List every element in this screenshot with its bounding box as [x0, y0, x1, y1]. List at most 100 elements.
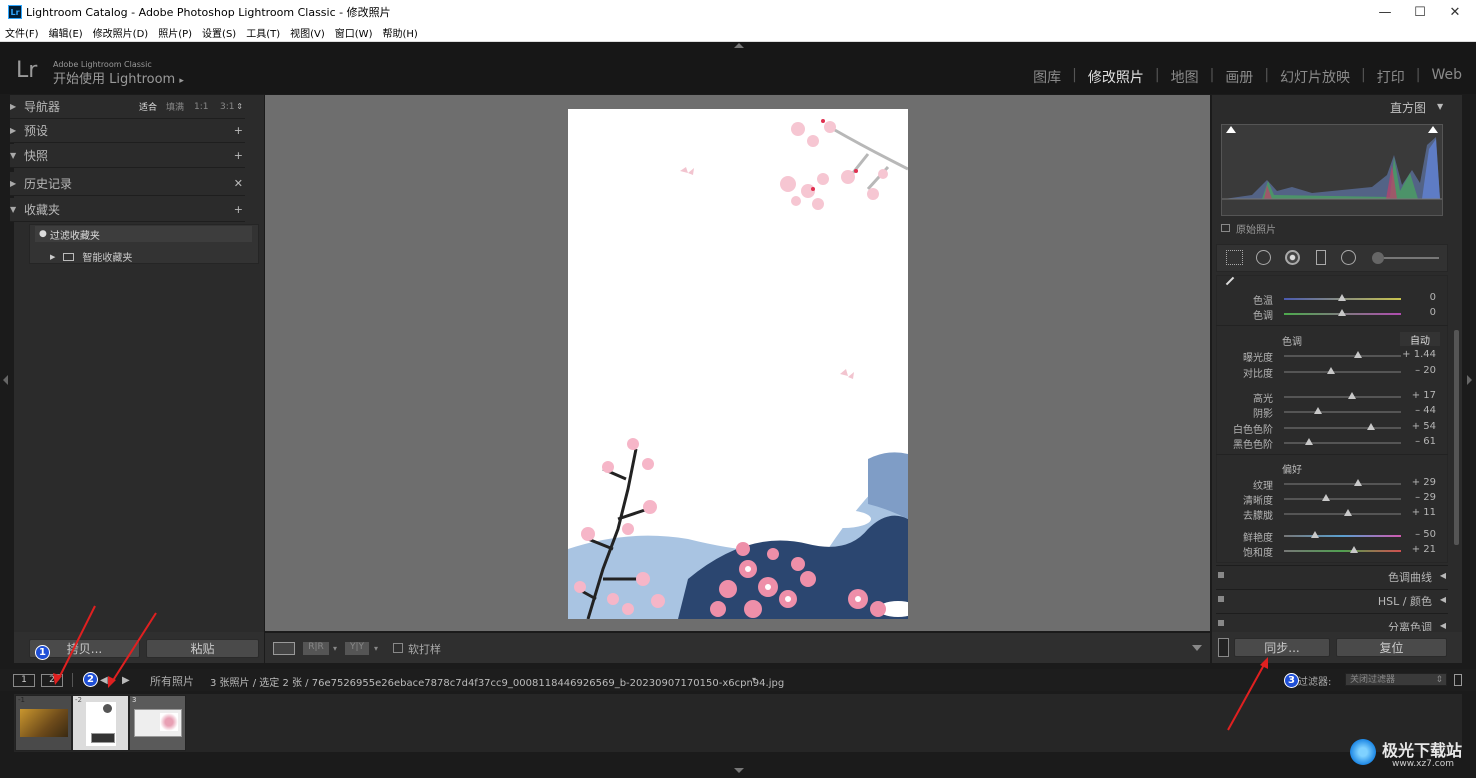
module-print[interactable]: 打印: [1366, 67, 1416, 87]
slider-knob[interactable]: [1305, 438, 1313, 445]
menu-edit[interactable]: 编辑(E): [44, 25, 88, 40]
primary-display-button[interactable]: 1: [13, 674, 35, 687]
back-arrow-icon[interactable]: ◀: [100, 675, 108, 686]
slider-value[interactable]: + 11: [1412, 507, 1436, 518]
collections-header[interactable]: ▼ 收藏夹 +: [10, 198, 245, 222]
module-slideshow[interactable]: 幻灯片放映: [1269, 67, 1361, 87]
collapse-bottom-icon[interactable]: [734, 768, 744, 773]
slider-value[interactable]: – 29: [1415, 492, 1436, 503]
slider-whites[interactable]: 白色色阶 + 54: [1218, 420, 1440, 436]
crop-tool-icon[interactable]: [1226, 250, 1243, 265]
reset-button[interactable]: 复位: [1336, 638, 1447, 657]
add-snapshot-icon[interactable]: +: [234, 149, 243, 162]
menu-photo[interactable]: 照片(P): [153, 25, 197, 40]
forward-arrow-icon[interactable]: ▶: [122, 675, 130, 686]
auto-sync-switch[interactable]: [1218, 638, 1229, 657]
slider-knob[interactable]: [1322, 494, 1330, 501]
slider-shadows[interactable]: 阴影 – 44: [1218, 404, 1440, 420]
secondary-display-button[interactable]: 2: [41, 674, 63, 687]
section-toggle-icon[interactable]: [1218, 620, 1224, 626]
photo-preview[interactable]: [568, 109, 908, 619]
dropdown-icon[interactable]: ▾: [374, 644, 378, 653]
original-photo-checkbox[interactable]: [1221, 224, 1230, 232]
swap-view-icon[interactable]: Y|Y: [345, 642, 369, 655]
menu-file[interactable]: 文件(F): [0, 25, 44, 40]
menu-view[interactable]: 视图(V): [285, 25, 330, 40]
slider-track[interactable]: [1284, 411, 1401, 413]
slider-clarity[interactable]: 清晰度 – 29: [1218, 491, 1440, 507]
filmstrip-thumb[interactable]: -1: [15, 695, 72, 751]
filter-collections-input[interactable]: ● 过滤收藏夹: [35, 226, 252, 242]
slider-knob[interactable]: [1311, 531, 1319, 538]
add-preset-icon[interactable]: +: [234, 124, 243, 137]
collapse-right-icon[interactable]: [1467, 375, 1472, 385]
slider-track[interactable]: [1284, 498, 1401, 500]
photo-count-label[interactable]: 3 张照片 / 选定 2 张 / 76e7526955e26ebace7878c…: [210, 674, 784, 689]
module-map[interactable]: 地图: [1160, 67, 1210, 87]
auto-button[interactable]: 自动: [1400, 332, 1440, 347]
slider-dehaze[interactable]: 去朦胧 + 11: [1218, 506, 1440, 522]
collapse-left-icon[interactable]: [3, 375, 8, 385]
brush-slider[interactable]: [1384, 257, 1439, 259]
sync-button[interactable]: 同步...: [1234, 638, 1330, 657]
presets-header[interactable]: ▶ 预设 +: [10, 119, 245, 143]
slider-value[interactable]: – 20: [1415, 365, 1436, 376]
slider-track[interactable]: [1284, 371, 1401, 373]
module-web[interactable]: Web: [1420, 67, 1462, 87]
module-library[interactable]: 图库: [1022, 67, 1072, 87]
slider-knob[interactable]: [1354, 479, 1362, 486]
add-collection-icon[interactable]: +: [234, 203, 243, 216]
paste-button[interactable]: 粘贴: [146, 639, 259, 658]
section-toggle-icon[interactable]: [1218, 572, 1224, 578]
slider-value[interactable]: – 44: [1415, 405, 1436, 416]
zoom-fit[interactable]: 适合: [139, 100, 157, 113]
slider-tint[interactable]: 色调 0: [1218, 306, 1440, 322]
slider-saturation[interactable]: 饱和度 + 21: [1218, 543, 1440, 559]
slider-track[interactable]: [1284, 483, 1401, 485]
radial-filter-icon[interactable]: [1341, 250, 1356, 265]
before-after-icon[interactable]: R|R: [303, 642, 329, 655]
collapse-icon[interactable]: ▼: [1437, 102, 1443, 111]
slider-blacks[interactable]: 黑色色阶 – 61: [1218, 435, 1440, 451]
slider-value[interactable]: + 29: [1412, 477, 1436, 488]
source-dropdown-icon[interactable]: ▾: [752, 675, 756, 684]
hsl-section[interactable]: HSL / 颜色 ◀: [1216, 589, 1448, 611]
soft-proof-checkbox[interactable]: [393, 643, 403, 653]
menu-develop[interactable]: 修改照片(D): [88, 25, 154, 40]
histogram-title[interactable]: 直方图: [1390, 99, 1426, 116]
slider-knob[interactable]: [1367, 423, 1375, 430]
slider-track[interactable]: [1284, 355, 1401, 357]
history-header[interactable]: ▶ 历史记录 ✕: [10, 172, 245, 196]
navigator-header[interactable]: ▶ 导航器 适合 填满 1:1 3:1 ⇕: [10, 95, 245, 119]
split-toning-section[interactable]: 分离色调 ◀: [1216, 613, 1448, 631]
snapshots-header[interactable]: ▼ 快照 +: [10, 144, 245, 168]
slider-value[interactable]: + 54: [1412, 421, 1436, 432]
slider-track[interactable]: [1284, 427, 1401, 429]
menu-settings[interactable]: 设置(S): [197, 25, 241, 40]
slider-texture[interactable]: 纹理 + 29: [1218, 476, 1440, 492]
menu-window[interactable]: 窗口(W): [330, 25, 378, 40]
slider-knob[interactable]: [1348, 392, 1356, 399]
slider-knob[interactable]: [1338, 294, 1346, 301]
module-develop[interactable]: 修改照片: [1077, 67, 1155, 87]
slider-value[interactable]: – 61: [1415, 436, 1436, 447]
slider-highlights[interactable]: 高光 + 17: [1218, 389, 1440, 405]
zoom-stepper-icon[interactable]: ⇕: [236, 102, 243, 111]
red-eye-icon[interactable]: [1285, 250, 1300, 265]
slider-track[interactable]: [1284, 396, 1401, 398]
histogram[interactable]: [1221, 124, 1443, 216]
zoom-3-1[interactable]: 3:1: [220, 102, 234, 112]
slider-knob[interactable]: [1338, 309, 1346, 316]
right-panel-scrollbar[interactable]: [1454, 330, 1459, 545]
slider-value[interactable]: + 17: [1412, 390, 1436, 401]
clear-history-icon[interactable]: ✕: [234, 177, 243, 190]
slider-track[interactable]: [1284, 513, 1401, 515]
zoom-1-1[interactable]: 1:1: [194, 102, 208, 112]
smart-collections-item[interactable]: ▶ 智能收藏夹: [50, 249, 132, 264]
filter-select[interactable]: 关闭过滤器 ⇕: [1345, 673, 1447, 686]
slider-temp[interactable]: 色温 0: [1218, 291, 1440, 307]
slider-track[interactable]: [1284, 550, 1401, 552]
close-button[interactable]: ✕: [1432, 0, 1476, 24]
slider-value[interactable]: 0: [1430, 292, 1436, 303]
section-toggle-icon[interactable]: [1218, 596, 1224, 602]
